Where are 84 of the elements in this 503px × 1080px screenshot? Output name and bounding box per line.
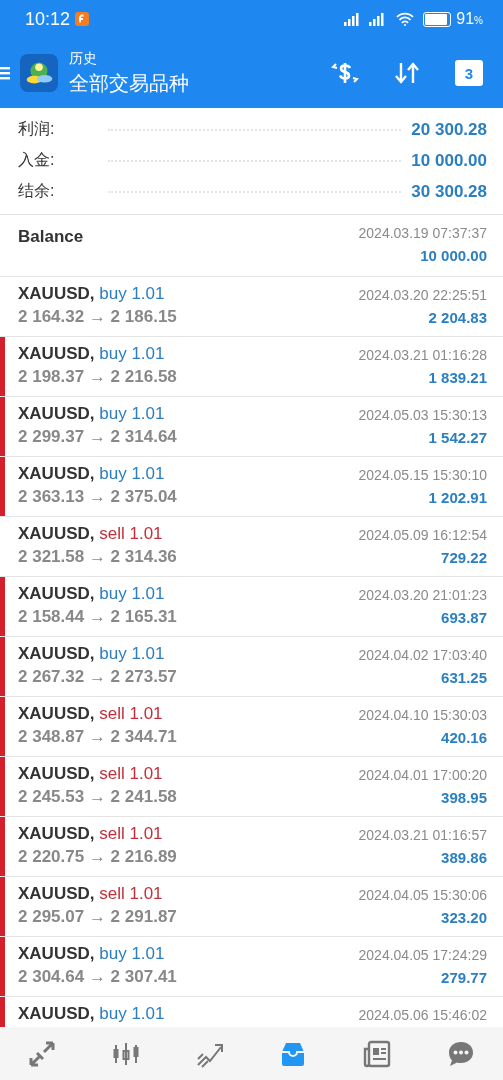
trade-title: XAUUSD, sell 1.01 [18,524,164,544]
calendar-button[interactable]: 3 [455,60,483,86]
screen-title: 全部交易品种 [69,70,190,96]
trade-title: XAUUSD, sell 1.01 [18,764,164,784]
trade-title: XAUUSD, buy 1.01 [18,284,166,304]
trade-title: XAUUSD, sell 1.01 [18,824,164,844]
trade-profit: 398.95 [441,789,487,806]
trade-prices: 2 304.64 → 2 307.41 [18,967,177,987]
trade-time: 2024.05.09 16:12:54 [358,527,487,543]
trade-prices: 2 198.37 → 2 216.58 [18,367,177,387]
trade-prices: 2 363.13 → 2 375.04 [18,487,177,507]
menu-icon[interactable] [0,65,10,81]
trade-row[interactable]: XAUUSD, buy 1.01 2024.05.06 15:46:02 [0,997,503,1027]
trade-row[interactable]: XAUUSD, buy 1.01 2 198.37 → 2 216.58 2024.03.21 01:16:28 1 839.21 [0,337,503,397]
trade-prices: 2 158.44 → 2 165.31 [18,607,177,627]
trade-title: XAUUSD, buy 1.01 [18,944,166,964]
trade-prices: 2 321.58 → 2 314.36 [18,547,177,567]
battery-percent: 91% [456,10,483,28]
wifi-icon [396,12,415,26]
trade-profit: 279.77 [441,969,487,986]
trade-profit: 420.16 [441,729,487,746]
trade-row[interactable]: XAUUSD, buy 1.01 2 304.64 → 2 307.41 2024.04.05 17:24:29 279.77 [0,937,503,997]
trade-time: 2024.04.05 17:24:29 [358,947,487,963]
trade-profit: 1 839.21 [428,369,487,386]
deal-amount: 10 000.00 [420,247,487,264]
newspaper-icon [362,1038,393,1069]
trade-title: XAUUSD, buy 1.01 [18,344,166,364]
summary-value: 30 300.28 [411,181,487,202]
app-notification-icon [75,12,90,26]
trade-row[interactable]: XAUUSD, buy 1.01 2 267.32 → 2 273.57 2024.04.02 17:03:40 631.25 [0,637,503,697]
summary-label: 入金: [18,150,56,170]
trade-time: 2024.03.20 21:01:23 [358,587,487,603]
trade-profit: 729.22 [441,549,487,566]
battery-icon [423,11,452,27]
trade-title: XAUUSD, buy 1.01 [18,644,166,664]
trade-prices: 2 348.87 → 2 344.71 [18,727,177,747]
trade-prices: 2 295.07 → 2 291.87 [18,907,177,927]
trade-row[interactable]: XAUUSD, buy 1.01 2 158.44 → 2 165.31 2024.03.20 21:01:23 693.87 [0,577,503,637]
trade-row[interactable]: XAUUSD, sell 1.01 2 321.58 → 2 314.36 2024.05.09 16:12:54 729.22 [0,517,503,577]
trade-title: XAUUSD, buy 1.01 [18,404,166,424]
trade-profit: 389.86 [441,849,487,866]
trade-prices: 2 299.37 → 2 314.64 [18,427,177,447]
trade-time: 2024.05.06 15:46:02 [358,1007,487,1023]
app-logo-icon [20,54,58,92]
balance-row[interactable]: Balance 2024.03.19 07:37:37 10 000.00 [0,215,503,277]
trade-time: 2024.05.15 15:30:10 [358,467,487,483]
trade-prices: 2 164.32 → 2 186.15 [18,307,177,327]
trade-profit: 323.20 [441,909,487,926]
trade-title: XAUUSD, buy 1.01 [18,1004,165,1024]
deal-time: 2024.03.19 07:37:37 [358,225,487,241]
trade-profit: 693.87 [441,609,487,626]
summary-label: 结余: [18,181,56,201]
trade-prices: 2 245.53 → 2 241.58 [18,787,177,807]
trade-time: 2024.03.20 22:25:51 [358,287,487,303]
trade-title: XAUUSD, buy 1.01 [18,584,166,604]
trade-title: XAUUSD, sell 1.01 [18,704,164,724]
trade-row[interactable]: XAUUSD, buy 1.01 2 299.37 → 2 314.64 2024.05.03 15:30:13 1 542.27 [0,397,503,457]
trade-time: 2024.03.21 01:16:28 [358,347,487,363]
trade-prices: 2 267.32 → 2 273.57 [18,667,177,687]
deal-type: Balance [18,226,84,248]
trade-time: 2024.05.03 15:30:13 [358,407,487,423]
trade-row[interactable]: XAUUSD, sell 1.01 2 245.53 → 2 241.58 2024.04.01 17:00:20 398.95 [0,757,503,817]
trade-profit: 631.25 [441,669,487,686]
trade-time: 2024.04.10 15:30:03 [358,707,487,723]
clock: 10:12 [25,8,71,30]
trade-time: 2024.03.21 01:16:57 [358,827,487,843]
trade-title: XAUUSD, buy 1.01 [18,464,166,484]
trade-row[interactable]: XAUUSD, sell 1.01 2 220.75 → 2 216.89 2024.03.21 01:16:57 389.86 [0,817,503,877]
screen-subtitle: 历史 [69,49,98,68]
summary-value: 20 300.28 [411,119,487,140]
trade-profit: 2 204.83 [428,309,487,326]
trade-profit: 1 202.91 [428,489,487,506]
trade-time: 2024.04.01 17:00:20 [358,767,487,783]
trade-row[interactable]: XAUUSD, sell 1.01 2 348.87 → 2 344.71 2024.04.10 15:30:03 420.16 [0,697,503,757]
trade-profit: 1 542.27 [428,429,487,446]
summary-label: 利润: [18,119,56,139]
trade-row[interactable]: XAUUSD, sell 1.01 2 295.07 → 2 291.87 2024.04.05 15:30:06 323.20 [0,877,503,937]
summary-value: 10 000.00 [411,150,487,171]
trade-row[interactable]: XAUUSD, buy 1.01 2 164.32 → 2 186.15 2024.03.20 22:25:51 2 204.83 [0,277,503,337]
trade-title: XAUUSD, sell 1.01 [18,884,164,904]
trade-time: 2024.04.05 15:30:06 [358,887,487,903]
trade-time: 2024.04.02 17:03:40 [358,647,487,663]
trade-row[interactable]: XAUUSD, buy 1.01 2 363.13 → 2 375.04 2024.05.15 15:30:10 1 202.91 [0,457,503,517]
trade-prices: 2 220.75 → 2 216.89 [18,847,177,867]
